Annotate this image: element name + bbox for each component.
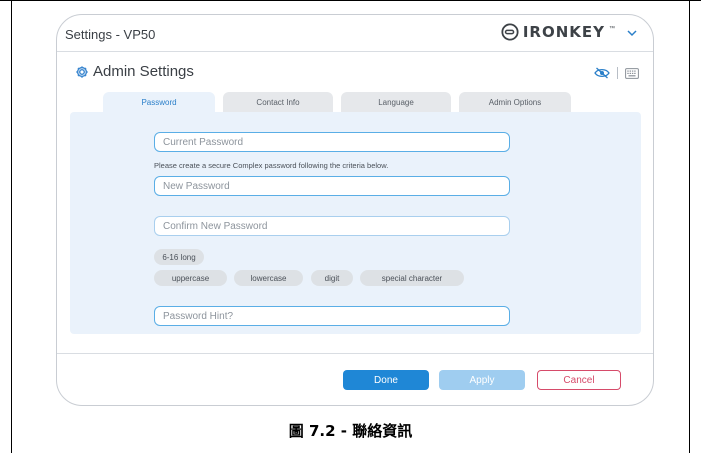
chevron-down-icon[interactable]	[625, 26, 639, 40]
criteria-chip-digit: digit	[311, 270, 353, 286]
apply-button[interactable]: Apply	[439, 370, 525, 390]
figure-caption: 圖 7.2 - 聯絡資訊	[288, 422, 413, 440]
criteria-chip-lowercase: lowercase	[234, 270, 303, 286]
tab-contact-info[interactable]: Contact Info	[223, 92, 333, 112]
password-panel: Please create a secure Complex password …	[70, 112, 641, 334]
criteria-chip-special-character: special character	[360, 270, 464, 286]
document-border-top	[0, 0, 701, 1]
new-password-input[interactable]	[154, 176, 510, 196]
password-hint-input[interactable]	[154, 306, 510, 326]
title-divider	[57, 51, 653, 52]
footer-divider	[57, 353, 653, 354]
gear-icon	[76, 65, 88, 78]
current-password-input[interactable]	[154, 132, 510, 152]
icon-separator	[617, 67, 618, 79]
tab-admin-options[interactable]: Admin Options	[459, 92, 571, 112]
window-title: Settings - VP50	[65, 27, 156, 42]
section-title: Admin Settings	[93, 63, 194, 80]
criteria-chip-uppercase: uppercase	[154, 270, 227, 286]
eye-hidden-icon[interactable]	[594, 67, 610, 79]
criteria-chip-length: 6-16 long	[154, 249, 204, 265]
brand-trademark: ™	[609, 26, 615, 32]
brand: IRONKEY ™	[501, 23, 639, 41]
cancel-button[interactable]: Cancel	[537, 370, 621, 390]
password-criteria-text: Please create a secure Complex password …	[154, 161, 389, 170]
keyboard-icon[interactable]	[625, 67, 639, 79]
document-border-left	[11, 0, 12, 453]
confirm-password-input[interactable]	[154, 216, 510, 236]
section-header: Admin Settings	[75, 63, 194, 80]
top-icons	[594, 67, 639, 79]
tab-language[interactable]: Language	[341, 92, 451, 112]
document-border-right	[689, 0, 690, 453]
settings-window: Settings - VP50 IRONKEY ™ Admin Settings	[56, 14, 654, 406]
done-button[interactable]: Done	[343, 370, 429, 390]
ironkey-logo-icon	[501, 23, 519, 41]
tab-password[interactable]: Password	[103, 92, 215, 112]
brand-name: IRONKEY	[522, 23, 605, 41]
